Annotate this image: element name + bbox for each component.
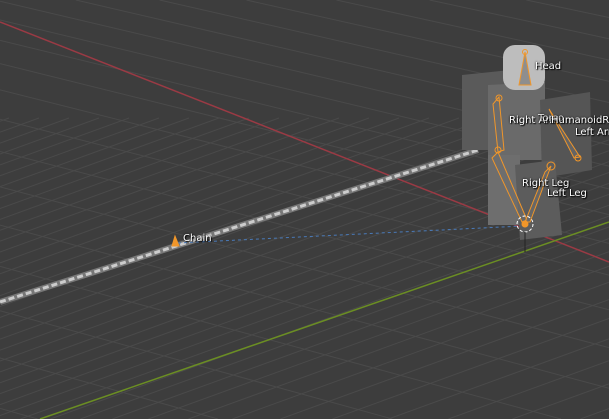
head-label: Head [535,61,562,72]
left-arm-label: Left Arm [575,127,609,138]
root-part-label: HumanoidRootPart [551,115,609,126]
left-leg-label: Left Leg [547,188,587,199]
chain-label: Chain [183,233,212,244]
y-axis-line [39,221,609,419]
3d-viewport[interactable] [0,0,609,419]
